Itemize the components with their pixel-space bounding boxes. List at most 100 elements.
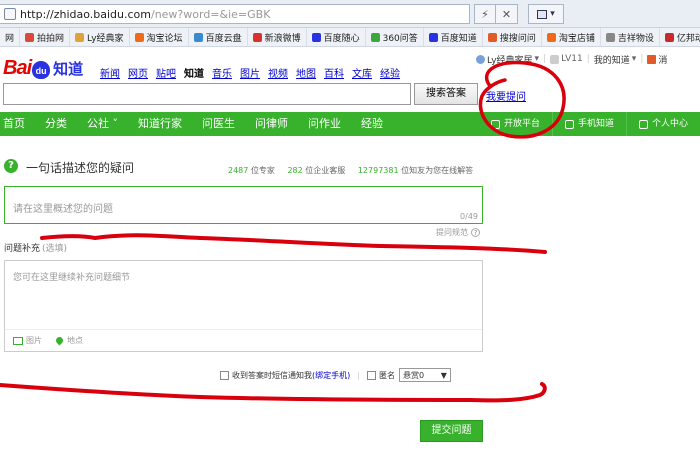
favorite-item[interactable]: 百度知道 xyxy=(424,28,483,46)
speaker-icon[interactable] xyxy=(647,54,657,64)
user-icon xyxy=(476,54,485,64)
favorite-item[interactable]: 淘宝论坛 xyxy=(130,28,189,46)
favorite-item[interactable]: 百度云盘 xyxy=(189,28,248,46)
search-answer-button[interactable]: 搜索答案 xyxy=(414,83,478,105)
bind-phone-link[interactable]: (绑定手机) xyxy=(312,370,350,381)
favorite-label: Ly经典家 xyxy=(87,33,124,44)
favicon-icon xyxy=(605,32,615,42)
question-input[interactable]: 请在这里概述您的问题 0/49 xyxy=(4,186,483,224)
stop-icon[interactable]: ✕ xyxy=(496,4,518,24)
favorites-bar: 网 拍拍网 Ly经典家 淘宝论坛 百度云盘 新浪微博 百度随心 360问答 百度知道 搜搜问问 淘宝… xyxy=(0,28,700,47)
tab-icon xyxy=(537,9,548,19)
favorite-item[interactable]: Ly经典家 xyxy=(70,28,130,46)
logo-zhidao: 知道 xyxy=(53,60,84,78)
insert-location-button[interactable]: 地点 xyxy=(54,335,83,346)
nav-item-icon xyxy=(564,119,574,129)
anonymous-checkbox[interactable] xyxy=(366,370,376,380)
favorite-label: 360问答 xyxy=(382,33,418,44)
main-nav-item[interactable]: 分类 xyxy=(35,112,77,136)
baidu-zhidao-logo[interactable]: Bai du 知道 xyxy=(3,57,84,80)
favicon-icon xyxy=(428,32,438,42)
favorite-item[interactable]: 搜搜问问 xyxy=(483,28,542,46)
divider: | xyxy=(357,370,360,380)
divider: | xyxy=(586,54,590,64)
main-nav-right-item[interactable]: 个人中心 xyxy=(625,112,700,136)
main-nav-item[interactable]: 问医生 xyxy=(192,112,245,136)
favorite-item[interactable]: 百度随心 xyxy=(307,28,366,46)
question-guidelines-link[interactable]: 提问规范 ? xyxy=(436,227,480,238)
question-icon: ? xyxy=(4,159,18,173)
logo-paw-icon: du xyxy=(32,61,51,79)
tab-control-button[interactable]: ▾ xyxy=(528,4,564,24)
product-nav: 新闻 网页 贴吧 知道 音乐 图片 视频 地图 百科 文库 经验 xyxy=(100,65,400,80)
favorite-item[interactable]: 吉祥物设 xyxy=(601,28,660,46)
favorite-item[interactable]: 亿邦动力 xyxy=(660,28,700,46)
main-nav-item[interactable]: 问律师 xyxy=(245,112,298,136)
image-icon xyxy=(13,336,23,345)
favorite-item[interactable]: 新浪微博 xyxy=(248,28,307,46)
username[interactable]: Ly经典家居 xyxy=(487,53,533,66)
service-count: 282 xyxy=(287,166,303,175)
experts-count: 2487 xyxy=(228,166,249,175)
nav-link[interactable]: 新闻 xyxy=(100,65,120,80)
sms-notify-checkbox[interactable] xyxy=(220,370,229,380)
lightning-icon[interactable]: ⚡ xyxy=(474,4,496,24)
favicon-icon xyxy=(370,32,380,42)
nav-link[interactable]: 文库 xyxy=(352,65,372,80)
reward-select[interactable]: 悬赏0 ▼ xyxy=(398,368,451,382)
favorite-label: 吉祥物设 xyxy=(617,33,654,44)
chevron-down-icon: ▾ xyxy=(631,54,637,64)
nav-item-icon xyxy=(638,119,648,129)
main-nav-item[interactable]: 问作业 xyxy=(298,112,351,136)
main-nav-right-item[interactable]: 开放平台 xyxy=(479,112,552,136)
my-zhidao-link[interactable]: 我的知道 xyxy=(594,53,630,66)
detail-textarea[interactable]: 您可在这里继续补充问题细节 图片 地点 xyxy=(4,260,483,352)
url-host: zhidao.baidu.com xyxy=(53,7,151,21)
insert-image-button[interactable]: 图片 xyxy=(13,335,42,346)
main-nav-item[interactable]: 经验 xyxy=(351,112,393,136)
main-nav-item[interactable]: 首页 xyxy=(0,112,35,136)
nav-item-icon xyxy=(490,119,500,129)
user-area: Ly经典家居 ▾ | LV11 | 我的知道 ▾ | 消 xyxy=(476,52,700,66)
ask-question-link[interactable]: 我要提问 xyxy=(486,88,526,103)
search-input[interactable] xyxy=(3,83,411,105)
stats-line: 2487 位专家 282 位企业客服 12797381 位知友为您在线解答 xyxy=(228,165,473,176)
favicon-icon xyxy=(193,32,203,42)
divider: | xyxy=(543,54,547,64)
supplement-label: 问题补充 (选填) xyxy=(4,241,67,254)
nav-link[interactable]: 百科 xyxy=(324,65,344,80)
favicon-icon xyxy=(252,32,262,42)
favicon-icon xyxy=(664,32,674,42)
nav-link[interactable]: 网页 xyxy=(128,65,148,80)
main-nav-item[interactable]: 知道行家 xyxy=(128,112,192,136)
main-nav-item[interactable]: 公社 ˅ xyxy=(77,112,128,136)
favicon-icon xyxy=(311,32,321,42)
question-placeholder: 请在这里概述您的问题 xyxy=(13,204,113,215)
user-level: LV11 xyxy=(561,54,583,64)
nav-link[interactable]: 经验 xyxy=(380,65,400,80)
message-link[interactable]: 消 xyxy=(658,53,667,66)
page-icon xyxy=(4,8,16,20)
nav-link[interactable]: 地图 xyxy=(296,65,316,80)
favicon-icon xyxy=(25,32,35,42)
favorite-label: 淘宝论坛 xyxy=(146,33,183,44)
nav-link[interactable]: 贴吧 xyxy=(156,65,176,80)
main-nav-right-item[interactable]: 手机知道 xyxy=(551,112,626,136)
favorite-item[interactable]: 网 xyxy=(0,28,21,46)
nav-link[interactable]: 知道 xyxy=(184,65,204,80)
location-pin-icon xyxy=(54,335,65,346)
submit-question-button[interactable]: 提交问题 xyxy=(420,420,483,442)
users-count: 12797381 xyxy=(357,166,399,175)
experts-label: 位专家 xyxy=(250,166,275,175)
favorite-item[interactable]: 360问答 xyxy=(366,28,424,46)
nav-link[interactable]: 图片 xyxy=(240,65,260,80)
logo-bai: Bai xyxy=(3,57,32,79)
favorite-item[interactable]: 拍拍网 xyxy=(20,28,71,46)
nav-link[interactable]: 视频 xyxy=(268,65,288,80)
favorite-label: 百度随心 xyxy=(323,33,360,44)
url-input[interactable]: http://zhidao.baidu.com/new?word=&ie=GBK xyxy=(0,4,470,24)
detail-toolbar: 图片 地点 xyxy=(5,329,482,351)
favorite-item[interactable]: 淘宝店铺 xyxy=(542,28,601,46)
nav-link[interactable]: 音乐 xyxy=(212,65,232,80)
sms-notify-label: 收到答案时短信通知我 xyxy=(232,370,312,380)
